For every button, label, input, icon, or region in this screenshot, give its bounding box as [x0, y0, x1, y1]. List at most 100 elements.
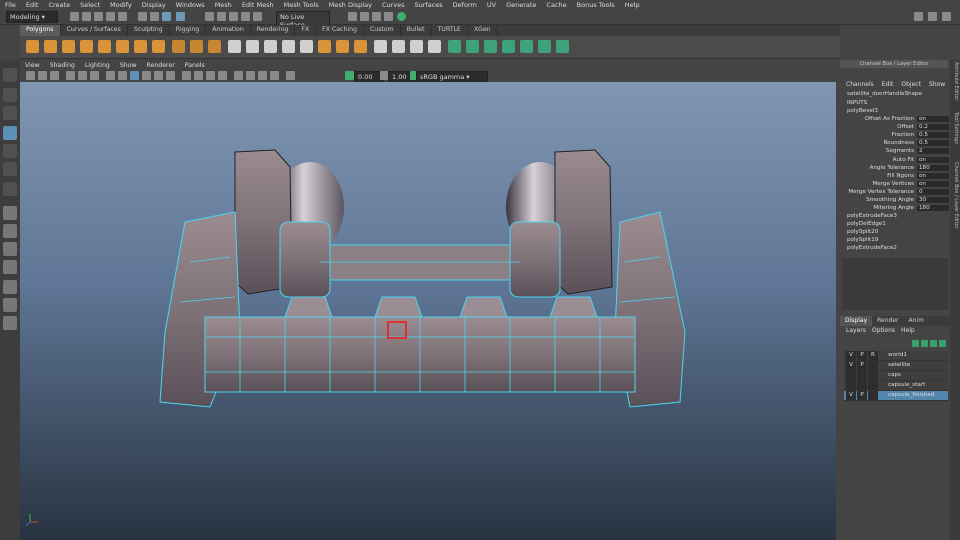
film-gate-icon[interactable] [78, 71, 87, 80]
layer-row[interactable]: caps [844, 371, 948, 381]
uv-layout-icon[interactable] [538, 40, 551, 53]
shelf-tab-bullet[interactable]: Bullet [401, 25, 432, 36]
poly-plane-icon[interactable] [116, 40, 129, 53]
collapse-icon[interactable] [392, 40, 405, 53]
menu-select[interactable]: Select [75, 1, 105, 9]
select-tool-icon[interactable] [3, 68, 17, 82]
move-layer-up-icon[interactable] [912, 340, 919, 347]
rotate-tool-icon[interactable] [3, 144, 17, 158]
layer-row[interactable]: capsule_start [844, 381, 948, 391]
poly-sphere-icon[interactable] [26, 40, 39, 53]
target-weld-icon[interactable] [354, 40, 367, 53]
attr-auto-fit-field[interactable]: on [917, 156, 949, 163]
layer-reference-toggle[interactable] [868, 381, 878, 390]
shelf-tab-rigging[interactable]: Rigging [170, 25, 207, 36]
wireframe-icon[interactable] [106, 71, 115, 80]
bevel-icon[interactable] [264, 40, 277, 53]
history-node[interactable]: polySplit19 [847, 237, 878, 243]
grid-toggle-icon[interactable] [66, 71, 75, 80]
menu-cache[interactable]: Cache [541, 1, 571, 9]
layer-reference-toggle[interactable] [868, 361, 878, 370]
snap-curve-icon[interactable] [217, 12, 226, 21]
combine-icon[interactable] [172, 40, 185, 53]
select-by-type-icon[interactable] [176, 12, 185, 21]
offset-edge-loop-icon[interactable] [336, 40, 349, 53]
uv-spherical-icon[interactable] [484, 40, 497, 53]
attr-merge-vertex-tolerance-field[interactable]: 0 [917, 188, 949, 195]
menu-mesh[interactable]: Mesh [210, 1, 237, 9]
motion-blur-icon[interactable] [194, 71, 203, 80]
panel-menu-lighting[interactable]: Lighting [80, 62, 115, 69]
uv-planar-icon[interactable] [448, 40, 461, 53]
layer-tab-display[interactable]: Display [840, 316, 873, 326]
extrude-icon[interactable] [228, 40, 241, 53]
xray-components-icon[interactable] [270, 71, 279, 80]
layer-tab-anim[interactable]: Anim [904, 316, 929, 326]
poly-cone-icon[interactable] [80, 40, 93, 53]
door-handle-mesh[interactable] [159, 149, 686, 408]
menu-edit-mesh[interactable]: Edit Mesh [237, 1, 279, 9]
shelf-tab-custom[interactable]: Custom [364, 25, 401, 36]
layer-tab-render[interactable]: Render [872, 316, 903, 326]
menu-deform[interactable]: Deform [448, 1, 482, 9]
shelf-tab-rendering[interactable]: Rendering [251, 25, 296, 36]
smooth-shade-icon[interactable] [118, 71, 127, 80]
render-settings-icon[interactable] [384, 12, 393, 21]
panel-menu-renderer[interactable]: Renderer [142, 62, 180, 69]
layer-menu-help[interactable]: Help [901, 327, 915, 337]
ipr-render-icon[interactable] [372, 12, 381, 21]
channel-menu-channels[interactable]: Channels [846, 81, 874, 88]
scale-tool-icon[interactable] [3, 162, 17, 176]
poly-platonic-icon[interactable] [152, 40, 165, 53]
layer-reference-toggle[interactable] [868, 371, 878, 380]
menu-file[interactable]: File [0, 1, 21, 9]
channel-menu-edit[interactable]: Edit [882, 81, 894, 88]
uv-automatic-icon[interactable] [502, 40, 515, 53]
uv-cylindrical-icon[interactable] [466, 40, 479, 53]
paint-select-tool-icon[interactable] [3, 106, 17, 120]
hypershade-icon[interactable] [397, 12, 406, 21]
lasso-tool-icon[interactable] [3, 88, 17, 102]
menu-curves[interactable]: Curves [377, 1, 410, 9]
move-tool-icon[interactable] [3, 126, 17, 140]
ambient-occlusion-icon[interactable] [182, 71, 191, 80]
isolate-select-icon[interactable] [234, 71, 243, 80]
reduce-icon[interactable] [428, 40, 441, 53]
uv-editor-icon[interactable] [520, 40, 533, 53]
poly-torus-icon[interactable] [98, 40, 111, 53]
attr-segments-field[interactable]: 2 [917, 148, 949, 155]
smooth-icon[interactable] [208, 40, 221, 53]
layer-row[interactable]: V Psatellite [844, 361, 948, 371]
bridge-icon[interactable] [246, 40, 259, 53]
select-hierarchy-icon[interactable] [138, 12, 147, 21]
lights-icon[interactable] [154, 71, 163, 80]
camera-bookmark-icon[interactable] [38, 71, 47, 80]
menu-surfaces[interactable]: Surfaces [410, 1, 448, 9]
shelf-tab-xgen[interactable]: XGen [468, 25, 498, 36]
menu-edit[interactable]: Edit [21, 1, 44, 9]
input-node[interactable]: polyBevel3 [847, 108, 878, 114]
layer-visibility-toggle[interactable]: V [846, 361, 856, 370]
shelf-tab-fx[interactable]: FX [295, 25, 317, 36]
shelf-tab-sculpting[interactable]: Sculpting [128, 25, 170, 36]
xray-icon[interactable] [246, 71, 255, 80]
menu-windows[interactable]: Windows [171, 1, 210, 9]
layer-playback-toggle[interactable] [857, 381, 867, 390]
new-layer-selected-icon[interactable] [939, 340, 946, 347]
redo-icon[interactable] [118, 12, 127, 21]
panel-menu-show[interactable]: Show [115, 62, 142, 69]
menu-help[interactable]: Help [620, 1, 645, 9]
open-scene-icon[interactable] [82, 12, 91, 21]
layer-reference-toggle[interactable] [868, 391, 878, 400]
menu-modify[interactable]: Modify [105, 1, 137, 9]
menu-bonus-tools[interactable]: Bonus Tools [572, 1, 620, 9]
poly-cylinder-icon[interactable] [62, 40, 75, 53]
panel-layout-icon[interactable] [928, 12, 937, 21]
side-tab-attribute-editor[interactable]: Attribute Editor [951, 62, 959, 100]
insert-edge-loop-icon[interactable] [318, 40, 331, 53]
layer-playback-toggle[interactable]: P [857, 391, 867, 400]
panel-menu-shading[interactable]: Shading [45, 62, 80, 69]
xray-joints-icon[interactable] [258, 71, 267, 80]
panel-menu-panels[interactable]: Panels [180, 62, 210, 69]
persp-outliner-layout-icon[interactable] [3, 242, 17, 256]
